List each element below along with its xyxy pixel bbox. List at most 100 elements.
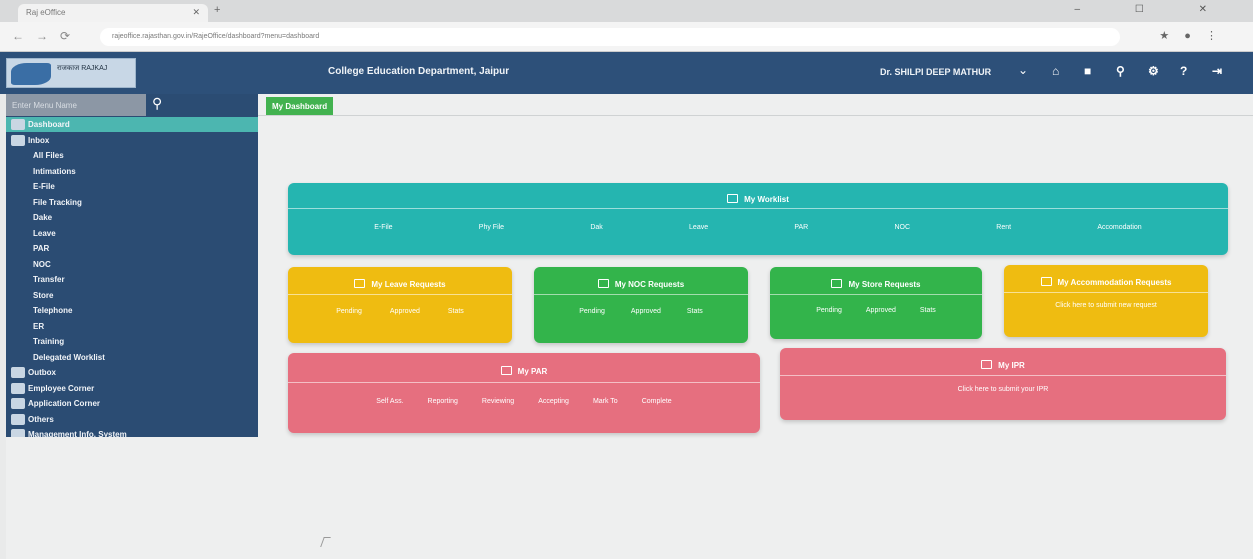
- par-reporting-link[interactable]: Reporting: [428, 398, 458, 405]
- leave-pending-link[interactable]: Pending: [336, 308, 362, 315]
- leave-approved-link[interactable]: Approved: [390, 308, 420, 315]
- worklist-link-par[interactable]: PAR: [794, 224, 808, 231]
- sidebar-item-par[interactable]: PAR: [6, 241, 258, 256]
- ipr-title-text: My IPR: [998, 361, 1025, 370]
- leave-stats-link[interactable]: Stats: [448, 308, 464, 315]
- sidebar-item-transfer[interactable]: Transfer: [6, 272, 258, 287]
- par-mark-to-link[interactable]: Mark To: [593, 398, 618, 405]
- new-tab-icon[interactable]: +: [214, 4, 220, 16]
- par-links: Self Ass. Reporting Reviewing Accepting …: [288, 398, 760, 405]
- worklist-link-phy-file[interactable]: Phy File: [479, 224, 504, 231]
- address-bar[interactable]: rajeoffice.rajasthan.gov.in/RajeOffice/d…: [100, 28, 1120, 46]
- worklist-link-noc[interactable]: NOC: [894, 224, 910, 231]
- noc-stats-link[interactable]: Stats: [687, 308, 703, 315]
- user-menu[interactable]: Dr. SHILPI DEEP MATHUR: [880, 67, 991, 77]
- sidebar-item-inbox[interactable]: Inbox: [6, 133, 258, 148]
- sidebar-item-label: Store: [33, 290, 54, 300]
- card-divider: [770, 294, 982, 295]
- gear-icon[interactable]: ⚙: [1148, 64, 1159, 78]
- help-icon[interactable]: ?: [1180, 64, 1187, 78]
- sidebar-item-label: Inbox: [28, 135, 50, 145]
- window-controls[interactable]: – ☐ ✕: [1075, 4, 1233, 15]
- ipr-submit-link[interactable]: Click here to submit your IPR: [780, 386, 1226, 393]
- par-title-text: My PAR: [517, 367, 548, 376]
- forward-icon[interactable]: →: [36, 29, 48, 43]
- report-icon: [981, 360, 993, 369]
- extension-icons[interactable]: ★ ● ⋮: [1159, 29, 1223, 42]
- worklist-title-text: My Worklist: [744, 195, 789, 204]
- inbox-icon: [727, 194, 739, 203]
- store-requests-card: My Store Requests Pending Approved Stats: [770, 267, 982, 339]
- store-requests-title: My Store Requests: [770, 279, 982, 289]
- browser-tab-strip: Raj eOffice ✕ + – ☐ ✕: [0, 0, 1253, 22]
- sidebar-item-label: Employee Corner: [28, 383, 95, 393]
- close-icon[interactable]: ✕: [192, 7, 200, 18]
- sidebar-item-label: E-File: [33, 182, 55, 191]
- sidebar-item-delegated-worklist[interactable]: Delegated Worklist: [6, 350, 258, 365]
- sidebar-empty-area: [6, 437, 258, 559]
- card-divider: [288, 294, 512, 295]
- sidebar-item-training[interactable]: Training: [6, 334, 258, 349]
- sidebar-item-label: Others: [28, 414, 54, 424]
- worklist-link-rent[interactable]: Rent: [996, 224, 1011, 231]
- store-pending-link[interactable]: Pending: [816, 307, 842, 314]
- calendar-icon: [354, 279, 366, 288]
- sidebar-item-er[interactable]: ER: [6, 319, 258, 334]
- par-reviewing-link[interactable]: Reviewing: [482, 398, 514, 405]
- sidebar-item-application-corner[interactable]: Application Corner: [6, 396, 258, 411]
- store-approved-link[interactable]: Approved: [866, 307, 896, 314]
- sidebar-item-noc[interactable]: NOC: [6, 257, 258, 272]
- tab-my-dashboard[interactable]: My Dashboard: [266, 97, 334, 115]
- accommodation-submit-link[interactable]: Click here to submit new request: [1004, 302, 1208, 309]
- store-icon: [831, 279, 843, 288]
- grid-icon[interactable]: ■: [1084, 64, 1091, 78]
- sidebar-item-store[interactable]: Store: [6, 288, 258, 303]
- card-divider: [288, 382, 760, 383]
- sidebar-item-telephone[interactable]: Telephone: [6, 303, 258, 318]
- sidebar-item-intimations[interactable]: Intimations: [6, 164, 258, 179]
- card-divider: [1004, 292, 1208, 293]
- leave-requests-title-text: My Leave Requests: [371, 280, 446, 289]
- sidebar-item-dake[interactable]: Dake: [6, 210, 258, 225]
- worklist-link-dak[interactable]: Dak: [590, 224, 602, 231]
- home-icon[interactable]: ⌂: [1052, 64, 1059, 78]
- card-divider: [288, 208, 1228, 209]
- worklist-link-efile[interactable]: E-File: [374, 224, 392, 231]
- worklist-link-leave[interactable]: Leave: [689, 224, 708, 231]
- browser-tab[interactable]: Raj eOffice ✕: [18, 4, 208, 22]
- worklist-link-accomodation[interactable]: Accomodation: [1097, 224, 1141, 231]
- noc-pending-link[interactable]: Pending: [579, 308, 605, 315]
- sidebar-item-dashboard[interactable]: Dashboard: [6, 117, 258, 132]
- sidebar-search-input[interactable]: Enter Menu Name: [6, 94, 146, 116]
- reload-icon[interactable]: ⟳: [60, 29, 70, 43]
- sidebar-item-all-files[interactable]: All Files: [6, 148, 258, 163]
- par-accepting-link[interactable]: Accepting: [538, 398, 569, 405]
- sidebar-item-e-file[interactable]: E-File: [6, 179, 258, 194]
- sidebar-item-leave[interactable]: Leave: [6, 226, 258, 241]
- sidebar-item-file-tracking[interactable]: File Tracking: [6, 195, 258, 210]
- logout-icon[interactable]: ⇥: [1212, 64, 1222, 78]
- sidebar-item-outbox[interactable]: Outbox: [6, 365, 258, 380]
- sidebar-item-label: Leave: [33, 228, 56, 238]
- chevron-down-icon[interactable]: ⌄: [1018, 63, 1028, 77]
- store-stats-link[interactable]: Stats: [920, 307, 936, 314]
- logo[interactable]: राजकाज RAJKAJ: [6, 58, 136, 88]
- search-icon[interactable]: ⚲: [1116, 64, 1125, 78]
- building-icon: [1040, 277, 1052, 286]
- noc-approved-link[interactable]: Approved: [631, 308, 661, 315]
- sidebar-item-label: Dake: [33, 213, 53, 222]
- ipr-title: My IPR: [780, 360, 1226, 370]
- search-icon[interactable]: ⚲: [152, 95, 162, 112]
- page-title: College Education Department, Jaipur: [328, 66, 510, 77]
- sidebar-item-label: Delegated Worklist: [33, 352, 105, 362]
- sidebar-item-employee-corner[interactable]: Employee Corner: [6, 381, 258, 396]
- worklist-links: E-File Phy File Dak Leave PAR NOC Rent A…: [288, 224, 1228, 231]
- folder-icon: [11, 413, 25, 425]
- back-icon[interactable]: ←: [12, 29, 24, 43]
- logo-icon: [11, 63, 51, 85]
- noc-requests-title-text: My NOC Requests: [614, 280, 685, 289]
- leave-requests-title: My Leave Requests: [288, 279, 512, 289]
- par-self-assessment-link[interactable]: Self Ass.: [376, 398, 403, 405]
- par-complete-link[interactable]: Complete: [642, 398, 672, 405]
- sidebar-item-others[interactable]: Others: [6, 412, 258, 427]
